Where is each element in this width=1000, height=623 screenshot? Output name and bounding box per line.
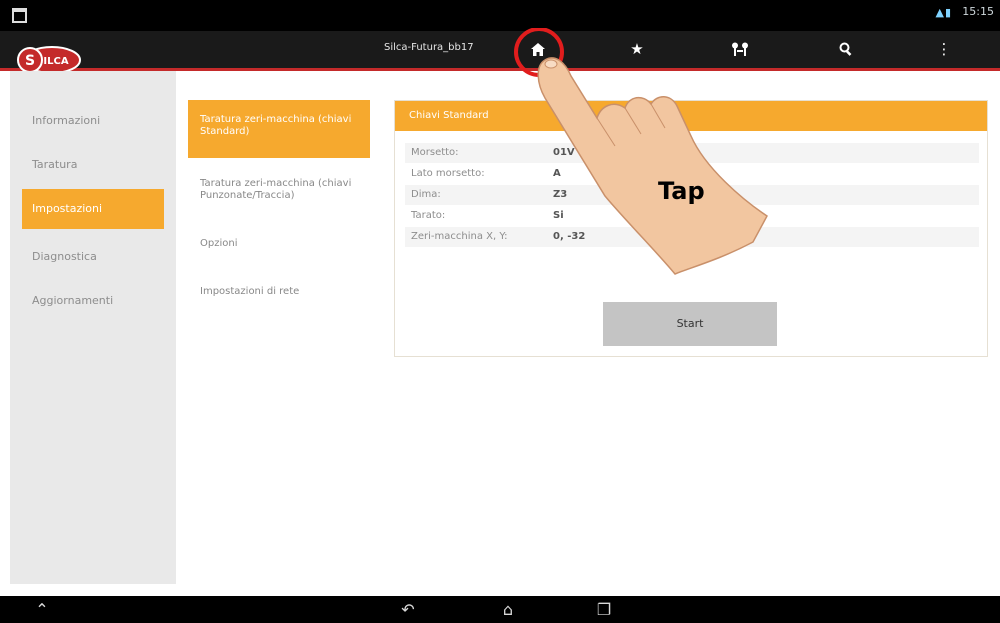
- row-label: Dima:: [411, 189, 441, 200]
- row-label: Zeri-macchina X, Y:: [411, 231, 508, 242]
- row-label: Morsetto:: [411, 147, 459, 158]
- sidebar-item-taratura[interactable]: Taratura: [22, 145, 164, 185]
- sidebar-item-aggiornamenti[interactable]: Aggiornamenti: [22, 281, 164, 321]
- subnav-item-opzioni[interactable]: Opzioni: [188, 224, 370, 264]
- sidebar-item-impostazioni[interactable]: Impostazioni: [22, 189, 164, 229]
- back-icon[interactable]: ↶: [388, 596, 428, 623]
- overflow-menu-icon[interactable]: ⋮: [924, 34, 964, 64]
- collapse-icon[interactable]: ⌃: [22, 596, 62, 623]
- tap-hand-illustration: [514, 28, 768, 275]
- wifi-battery-icon: ▲▮: [935, 6, 952, 19]
- recent-apps-icon[interactable]: ❐: [584, 596, 624, 623]
- svg-text:ILCA: ILCA: [43, 56, 68, 67]
- app-window-icon: [12, 8, 27, 23]
- device-name: Silca-Futura_bb17: [384, 42, 474, 53]
- status-bar: ▲▮ 15:15: [0, 0, 1000, 31]
- subnav-item-taratura-punzonate[interactable]: Taratura zeri-macchina (chiavi Punzonate…: [188, 164, 370, 216]
- sidebar-item-informazioni[interactable]: Informazioni: [22, 101, 164, 141]
- tap-annotation: Tap: [658, 177, 705, 205]
- start-button[interactable]: Start: [603, 302, 777, 346]
- sidebar: Informazioni Taratura Impostazioni Diagn…: [10, 71, 176, 584]
- row-label: Lato morsetto:: [411, 168, 485, 179]
- subnav-item-impostazioni-rete[interactable]: Impostazioni di rete: [188, 272, 370, 312]
- subnav-item-taratura-standard[interactable]: Taratura zeri-macchina (chiavi Standard): [188, 100, 370, 158]
- row-label: Tarato:: [411, 210, 446, 221]
- sidebar-item-diagnostica[interactable]: Diagnostica: [22, 237, 164, 277]
- home-button-icon[interactable]: ⌂: [488, 596, 528, 623]
- svg-text:S: S: [25, 53, 35, 69]
- search-icon[interactable]: [826, 34, 866, 64]
- clock: 15:15: [962, 5, 994, 18]
